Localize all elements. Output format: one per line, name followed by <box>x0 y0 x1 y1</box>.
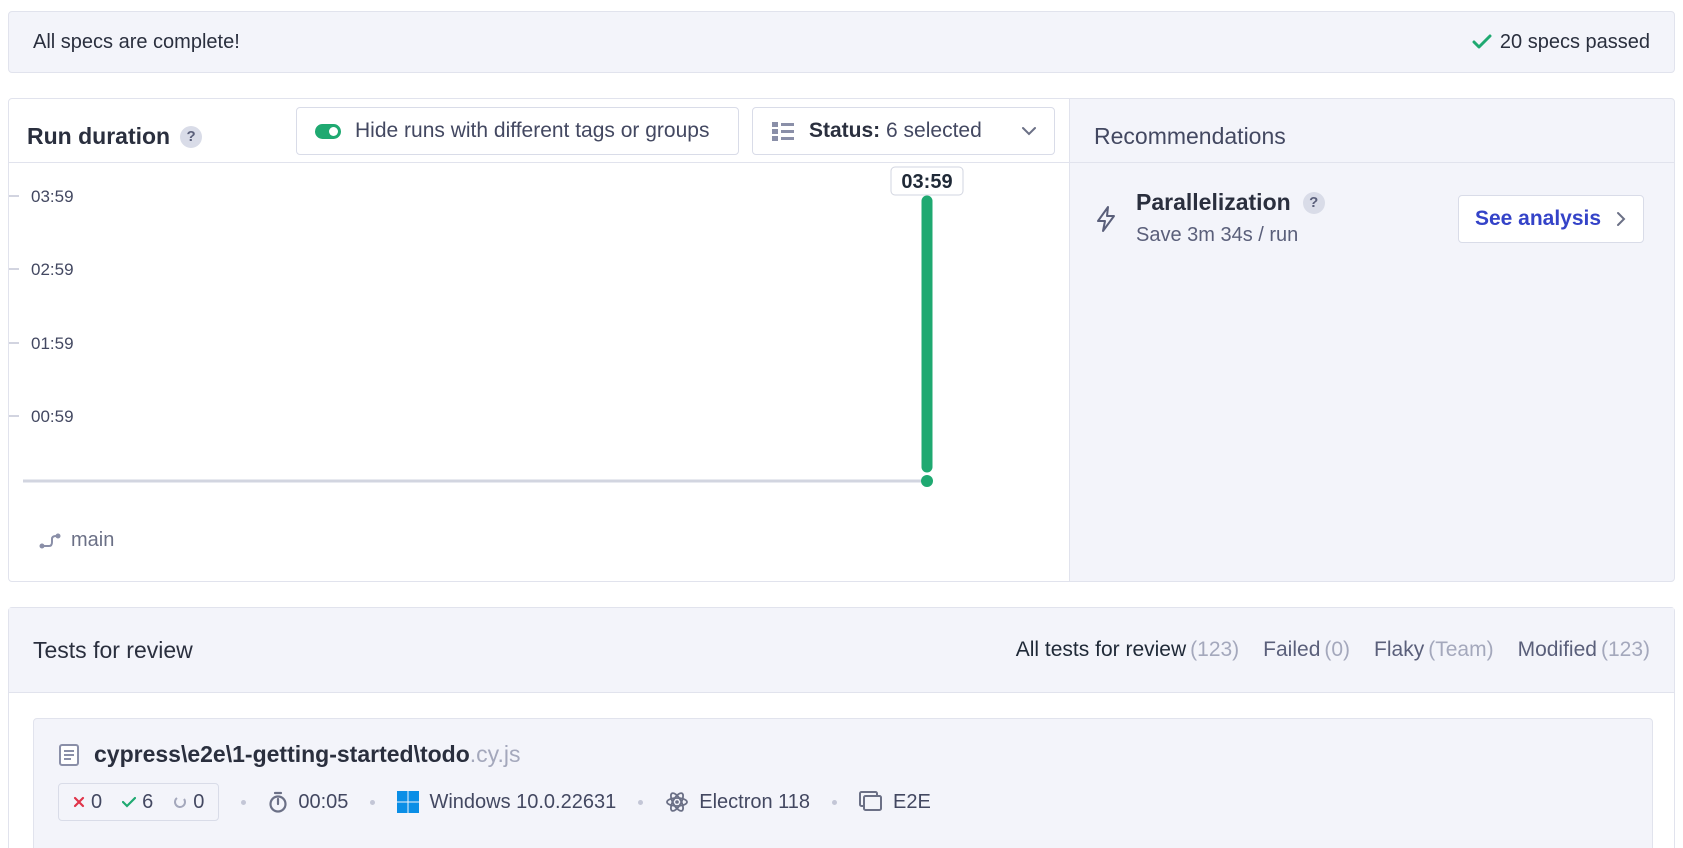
tests-for-review-title: Tests for review <box>33 636 193 663</box>
branch-label: main <box>39 529 114 552</box>
pending-icon <box>174 797 187 808</box>
spec-meta: 0 6 0 00:05 Windows 10.0.22631 Electron … <box>58 783 931 821</box>
bar-tooltip: 03:59 <box>890 166 964 196</box>
hide-runs-label: Hide runs with different tags or groups <box>355 119 710 142</box>
spec-duration: 00:05 <box>268 791 348 814</box>
spec-browser: Electron 118 <box>665 790 810 814</box>
failed-count: 0 <box>73 791 102 814</box>
tab-count: (0) <box>1324 638 1351 661</box>
tooltip-label: 03:59 <box>901 171 952 193</box>
check-icon <box>122 796 137 808</box>
run-duration-chart: 03:59 02:59 01:59 00:59 03:59 <box>9 166 964 487</box>
separator-dot <box>638 799 644 805</box>
result-counts: 0 6 0 <box>58 783 220 821</box>
review-tabs: All tests for review (123) Failed (0) Flak… <box>1016 638 1650 662</box>
spec-extension: .cy.js <box>469 741 521 767</box>
tab-failed[interactable]: Failed (0) <box>1263 638 1350 662</box>
y-tick-label: 00:59 <box>31 407 74 426</box>
pending-count: 0 <box>173 791 204 814</box>
passed-count: 6 <box>122 791 153 814</box>
y-tick-label: 01:59 <box>31 334 74 353</box>
spec-row[interactable]: cypress\e2e\1-getting-started\todo.cy.js… <box>33 718 1653 848</box>
tab-count: (123) <box>1190 638 1240 661</box>
git-branch-icon <box>39 533 61 548</box>
tab-count: (123) <box>1600 638 1650 661</box>
tests-for-review-header: Tests for review All tests for review (12… <box>9 608 1674 693</box>
tab-modified[interactable]: Modified (123) <box>1518 638 1650 662</box>
check-icon <box>1472 34 1492 49</box>
passed-count-label: 20 specs passed <box>1499 30 1650 53</box>
see-analysis-label: See analysis <box>1474 207 1602 230</box>
status-value: 6 selected <box>886 119 982 142</box>
completion-banner: All specs are complete! 20 specs passed <box>8 11 1675 73</box>
see-analysis-button[interactable]: See analysis <box>1458 195 1644 243</box>
run-duration-header: Run duration ? Hide runs with different … <box>9 99 1069 163</box>
run-duration-card: Run duration ? Hide runs with different … <box>8 98 1070 582</box>
stopwatch-icon <box>269 791 287 813</box>
spec-path[interactable]: cypress\e2e\1-getting-started\todo.cy.js <box>58 741 520 768</box>
tests-for-review-card: Tests for review All tests for review (12… <box>8 607 1675 848</box>
status-filter-dropdown[interactable]: Status: 6 selected <box>752 107 1055 155</box>
list-filter-icon <box>772 122 794 141</box>
tab-flaky[interactable]: Flaky (Team) <box>1374 638 1494 662</box>
help-icon[interactable]: ? <box>1302 191 1325 214</box>
pending-count-value: 0 <box>193 790 205 813</box>
spec-os-value: Windows 10.0.22631 <box>429 790 617 813</box>
y-tick-label: 02:59 <box>31 260 74 279</box>
parallelization-savings: Save 3m 34s / run <box>1136 224 1299 246</box>
windows-icon <box>397 791 420 813</box>
passed-count-value: 6 <box>142 790 154 813</box>
tab-label: Flaky <box>1374 638 1425 661</box>
recommendations-card: Recommendations Parallelization ? Save 3… <box>1069 98 1675 582</box>
status-label: Status: <box>809 119 881 142</box>
failed-count-value: 0 <box>91 790 103 813</box>
toggle-switch-icon[interactable] <box>315 123 341 139</box>
x-icon <box>73 796 85 808</box>
window-icon <box>859 791 883 811</box>
separator-dot <box>241 799 247 805</box>
run-duration-title-text: Run duration <box>27 123 171 149</box>
chevron-down-icon <box>1022 127 1036 136</box>
parallelization-recommendation: Parallelization ? Save 3m 34s / run <box>1094 189 1325 247</box>
lightning-icon <box>1097 206 1115 232</box>
hide-runs-toggle[interactable]: Hide runs with different tags or groups <box>296 107 739 155</box>
help-icon[interactable]: ? <box>180 125 203 148</box>
document-icon <box>59 743 79 766</box>
branch-name: main <box>71 529 115 551</box>
tab-label: All tests for review <box>1015 638 1187 661</box>
spec-browser-value: Electron 118 <box>699 790 811 813</box>
banner-passed: 20 specs passed <box>1472 31 1650 54</box>
y-tick-label: 03:59 <box>31 187 74 206</box>
tab-count: (Team) <box>1428 638 1494 661</box>
banner-message: All specs are complete! <box>33 30 240 53</box>
electron-icon <box>666 792 689 812</box>
tab-label: Failed <box>1263 638 1321 661</box>
run-point <box>921 475 933 487</box>
spec-path-name: cypress\e2e\1-getting-started\todo <box>94 741 470 767</box>
tab-all-tests[interactable]: All tests for review (123) <box>1016 638 1239 662</box>
recommendations-title: Recommendations <box>1070 99 1674 163</box>
spec-testing-type-value: E2E <box>893 790 931 813</box>
run-duration-title: Run duration ? <box>27 123 203 150</box>
spec-os: Windows 10.0.22631 <box>397 791 616 814</box>
spec-duration-value: 00:05 <box>298 790 349 813</box>
parallelization-title: Parallelization <box>1136 189 1291 215</box>
spec-testing-type: E2E <box>859 791 931 814</box>
separator-dot <box>370 799 376 805</box>
tab-label: Modified <box>1517 638 1597 661</box>
separator-dot <box>832 799 838 805</box>
chevron-right-icon <box>1617 212 1626 226</box>
